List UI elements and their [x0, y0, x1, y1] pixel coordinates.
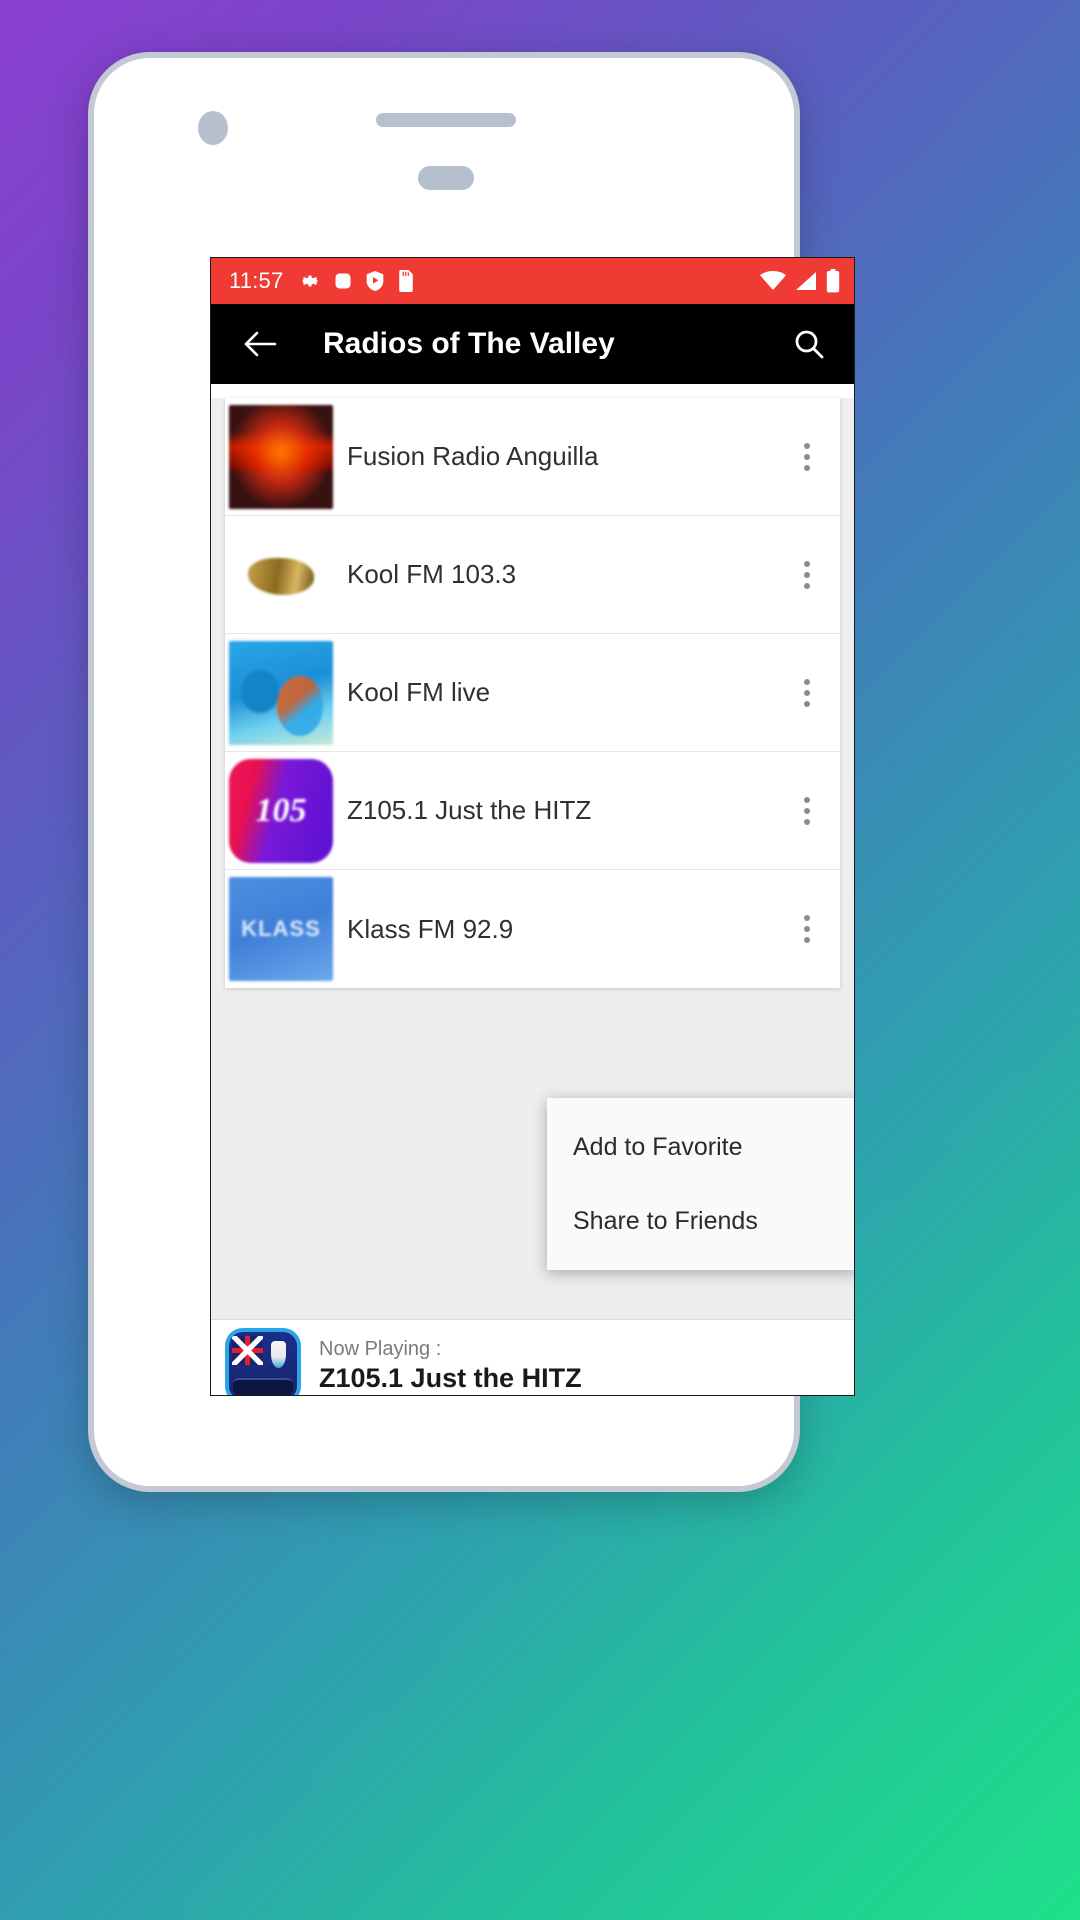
- list-item[interactable]: Kool FM 103.3: [225, 516, 840, 634]
- signal-icon: [794, 271, 818, 291]
- list-item[interactable]: Fusion Radio Anguilla: [225, 398, 840, 516]
- sensor-slot: [418, 166, 474, 190]
- wifi-icon: [760, 271, 786, 291]
- station-logo: [229, 758, 333, 863]
- station-logo: [229, 640, 333, 745]
- earpiece-speaker: [376, 113, 516, 127]
- station-name: Kool FM 103.3: [347, 559, 517, 589]
- sd-card-icon: [397, 270, 415, 292]
- now-playing-bar[interactable]: Now Playing : Z105.1 Just the HITZ: [211, 1319, 854, 1395]
- menu-item-add-to-favorite[interactable]: Add to Favorite: [547, 1110, 854, 1184]
- station-name: Fusion Radio Anguilla: [347, 441, 599, 471]
- status-time: 11:57: [229, 268, 284, 293]
- status-bar-right: [760, 269, 840, 293]
- context-menu: Add to Favorite Share to Friends: [547, 1098, 854, 1270]
- status-bar-left: 11:57: [229, 268, 760, 294]
- station-list: Fusion Radio Anguilla Kool FM 103.3 Kool…: [225, 398, 840, 988]
- kebab-menu-icon[interactable]: [792, 431, 822, 483]
- station-name: Klass FM 92.9: [347, 913, 514, 944]
- station-logo: [229, 404, 333, 509]
- shield-play-icon: [365, 270, 385, 292]
- front-camera-dot: [198, 111, 228, 145]
- phone-frame: 11:57 Radios of The Valley Fusion Radio …: [88, 52, 855, 1492]
- battery-icon: [826, 269, 840, 293]
- kebab-menu-icon[interactable]: [792, 903, 822, 955]
- shield-emblem-icon: [271, 1341, 287, 1369]
- page-title: Radios of The Valley: [323, 327, 615, 360]
- station-logo: [229, 877, 333, 981]
- gear-icon: [299, 270, 321, 292]
- list-item[interactable]: Kool FM live: [225, 634, 840, 752]
- list-item[interactable]: Z105.1 Just the HITZ: [225, 752, 840, 870]
- now-playing-label: Now Playing :: [319, 1337, 442, 1360]
- station-name: Z105.1 Just the HITZ: [347, 795, 592, 825]
- phone-screen: 11:57 Radios of The Valley Fusion Radio …: [210, 257, 855, 1396]
- anguilla-flag-icon: [231, 1335, 263, 1366]
- kebab-menu-icon[interactable]: [792, 549, 822, 601]
- radio-body-graphic: [233, 1377, 293, 1395]
- menu-item-share-to-friends[interactable]: Share to Friends: [547, 1184, 854, 1258]
- kebab-menu-icon[interactable]: [792, 667, 822, 719]
- station-logo: [229, 522, 333, 627]
- now-playing-title: Z105.1 Just the HITZ: [319, 1362, 582, 1393]
- station-name: Kool FM live: [347, 677, 491, 707]
- list-item[interactable]: Klass FM 92.9: [225, 870, 840, 988]
- app-bar: Radios of The Valley: [211, 304, 854, 384]
- avatar: [225, 1327, 301, 1395]
- content-area: Fusion Radio Anguilla Kool FM 103.3 Kool…: [211, 398, 854, 1395]
- search-icon[interactable]: [786, 321, 832, 367]
- back-arrow-icon[interactable]: [237, 321, 283, 367]
- square-app-icon: [333, 271, 353, 291]
- now-playing-text: Now Playing : Z105.1 Just the HITZ: [319, 1338, 582, 1394]
- status-bar: 11:57: [211, 258, 854, 304]
- kebab-menu-icon[interactable]: [792, 785, 822, 837]
